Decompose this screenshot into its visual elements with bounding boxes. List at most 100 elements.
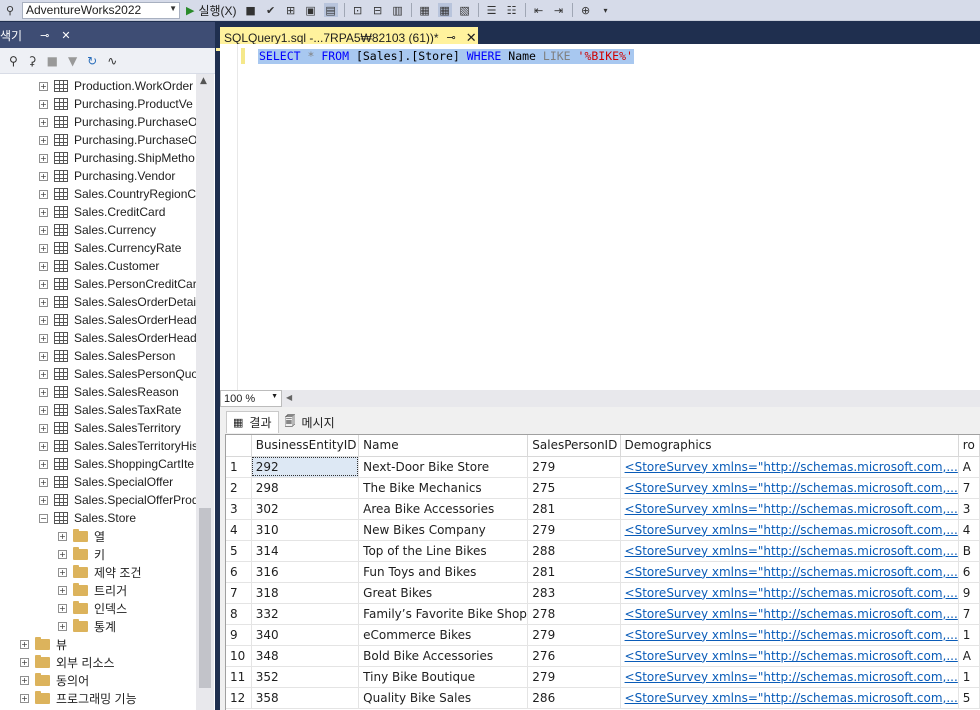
- table-cell[interactable]: 314: [251, 540, 360, 562]
- row-number-cell[interactable]: 6: [226, 561, 252, 583]
- expand-icon[interactable]: +: [39, 405, 48, 415]
- tree-table-node[interactable]: + Sales.SalesReason: [39, 383, 179, 401]
- column-header[interactable]: SalesPersonID: [527, 435, 621, 457]
- xml-link-cell[interactable]: <StoreSurvey xmlns="http://schemas.micro…: [620, 519, 959, 541]
- xml-link-cell[interactable]: <StoreSurvey xmlns="http://schemas.micro…: [620, 540, 959, 562]
- table-cell[interactable]: 5: [958, 687, 980, 709]
- connect-plus-icon[interactable]: ⚳: [28, 54, 37, 68]
- row-number-cell[interactable]: 2: [226, 477, 252, 499]
- table-cell[interactable]: Area Bike Accessories: [358, 498, 529, 520]
- table-cell[interactable]: Bold Bike Accessories: [358, 645, 529, 667]
- xml-link-cell[interactable]: <StoreSurvey xmlns="http://schemas.micro…: [620, 456, 959, 478]
- decrease-indent-icon[interactable]: ⇤: [532, 3, 546, 17]
- table-cell[interactable]: 279: [527, 519, 621, 541]
- table-cell[interactable]: 302: [251, 498, 360, 520]
- xml-link-cell[interactable]: <StoreSurvey xmlns="http://schemas.micro…: [620, 624, 959, 646]
- expand-icon[interactable]: +: [39, 297, 48, 307]
- table-cell[interactable]: Next-Door Bike Store: [358, 456, 529, 478]
- tree-table-node[interactable]: + Sales.Currency: [39, 221, 156, 239]
- table-cell[interactable]: A: [958, 456, 980, 478]
- tree-table-node[interactable]: + Sales.SalesOrderHeade: [39, 329, 196, 347]
- tab-messages[interactable]: 🗐 메시지: [279, 411, 341, 433]
- tree-folder-node[interactable]: + 동의어: [20, 671, 89, 689]
- table-row[interactable]: 9 340 eCommerce Bikes 279 <StoreSurvey xmlns…: [226, 624, 980, 646]
- expand-icon[interactable]: +: [39, 189, 48, 199]
- editor-horizontal-scrollbar[interactable]: ◀: [282, 390, 980, 407]
- pin-icon[interactable]: ⊸: [40, 29, 49, 42]
- expand-icon[interactable]: +: [39, 477, 48, 487]
- table-cell[interactable]: 283: [527, 582, 621, 604]
- close-icon[interactable]: ✕: [61, 29, 70, 42]
- expand-icon[interactable]: +: [39, 135, 48, 145]
- column-header[interactable]: Demographics: [620, 435, 959, 457]
- table-cell[interactable]: 4: [958, 519, 980, 541]
- tree-scrollbar[interactable]: ▲: [196, 74, 214, 710]
- results-grid[interactable]: BusinessEntityID Name SalesPersonID Demogra…: [225, 434, 980, 710]
- table-cell[interactable]: 6: [958, 561, 980, 583]
- row-number-cell[interactable]: 9: [226, 624, 252, 646]
- live-stats-icon[interactable]: ⊟: [371, 3, 385, 17]
- table-cell[interactable]: 278: [527, 603, 621, 625]
- column-header[interactable]: BusinessEntityID: [251, 435, 360, 457]
- expand-icon[interactable]: +: [39, 495, 48, 505]
- table-cell[interactable]: eCommerce Bikes: [358, 624, 529, 646]
- tree-table-node[interactable]: + Purchasing.PurchaseO: [39, 131, 196, 149]
- table-cell[interactable]: 286: [527, 687, 621, 709]
- query-designer-icon[interactable]: ▣: [304, 3, 318, 17]
- expand-icon[interactable]: +: [20, 675, 29, 685]
- tree-table-node[interactable]: + Sales.SpecialOffer: [39, 473, 173, 491]
- table-cell[interactable]: Great Bikes: [358, 582, 529, 604]
- expand-icon[interactable]: +: [39, 225, 48, 235]
- scroll-left-icon[interactable]: ◀: [286, 393, 292, 402]
- table-row[interactable]: 7 318 Great Bikes 283 <StoreSurvey xmlns="ht…: [226, 582, 980, 604]
- tree-table-node[interactable]: + Production.WorkOrder: [39, 77, 193, 95]
- expand-icon[interactable]: +: [39, 423, 48, 433]
- refresh-icon[interactable]: ↻: [87, 54, 97, 68]
- table-cell[interactable]: Family’s Favorite Bike Shop: [358, 603, 529, 625]
- expand-icon[interactable]: +: [39, 117, 48, 127]
- results-grid-icon[interactable]: ▦: [437, 3, 452, 17]
- tree-table-node[interactable]: + Sales.CountryRegionC: [39, 185, 196, 203]
- expand-icon[interactable]: +: [39, 279, 48, 289]
- expand-icon[interactable]: +: [39, 261, 48, 271]
- table-cell[interactable]: 348: [251, 645, 360, 667]
- tree-folder-node[interactable]: + 외부 리소스: [20, 653, 115, 671]
- xml-link-cell[interactable]: <StoreSurvey xmlns="http://schemas.micro…: [620, 603, 959, 625]
- scrollbar-thumb[interactable]: [199, 508, 211, 688]
- table-row[interactable]: 3 302 Area Bike Accessories 281 <StoreSurvey…: [226, 498, 980, 520]
- table-cell[interactable]: 352: [251, 666, 360, 688]
- expand-icon[interactable]: +: [58, 531, 67, 541]
- expand-icon[interactable]: +: [39, 459, 48, 469]
- expand-icon[interactable]: +: [39, 171, 48, 181]
- filter-icon[interactable]: ▼: [68, 54, 77, 68]
- row-number-cell[interactable]: 1: [226, 456, 252, 478]
- expand-icon[interactable]: +: [20, 693, 29, 703]
- xml-link-cell[interactable]: <StoreSurvey xmlns="http://schemas.micro…: [620, 582, 959, 604]
- tree-folder-node[interactable]: + 제약 조건: [58, 563, 142, 581]
- xml-link-cell[interactable]: <StoreSurvey xmlns="http://schemas.micro…: [620, 498, 959, 520]
- scroll-up-icon[interactable]: ▲: [200, 76, 207, 86]
- tree-table-node[interactable]: + Sales.SalesTerritory: [39, 419, 181, 437]
- table-row[interactable]: 4 310 New Bikes Company 279 <StoreSurvey xml…: [226, 519, 980, 541]
- row-number-cell[interactable]: 11: [226, 666, 252, 688]
- table-cell[interactable]: 7: [958, 477, 980, 499]
- table-row[interactable]: 1 292 Next-Door Bike Store 279 <StoreSurvey …: [226, 456, 980, 478]
- query-editor[interactable]: SELECT * FROM [Sales].[Store] WHERE Name…: [220, 44, 980, 390]
- table-cell[interactable]: 279: [527, 624, 621, 646]
- tree-table-node[interactable]: + Sales.PersonCreditCar: [39, 275, 196, 293]
- expand-icon[interactable]: +: [58, 549, 67, 559]
- table-cell[interactable]: 358: [251, 687, 360, 709]
- row-number-cell[interactable]: 3: [226, 498, 252, 520]
- tree-folder-node[interactable]: + 통계: [58, 617, 116, 635]
- tree-table-node[interactable]: + Sales.CurrencyRate: [39, 239, 181, 257]
- row-number-cell[interactable]: 4: [226, 519, 252, 541]
- comment-icon[interactable]: ☰: [485, 3, 499, 17]
- expand-icon[interactable]: +: [39, 207, 48, 217]
- expand-icon[interactable]: +: [39, 441, 48, 451]
- expand-icon[interactable]: +: [39, 333, 48, 343]
- table-cell[interactable]: 1: [958, 624, 980, 646]
- table-row[interactable]: 2 298 The Bike Mechanics 275 <StoreSurvey xm…: [226, 477, 980, 499]
- table-cell[interactable]: Top of the Line Bikes: [358, 540, 529, 562]
- uncomment-icon[interactable]: ☷: [505, 3, 519, 17]
- tree-table-node[interactable]: + Purchasing.ShipMetho: [39, 149, 195, 167]
